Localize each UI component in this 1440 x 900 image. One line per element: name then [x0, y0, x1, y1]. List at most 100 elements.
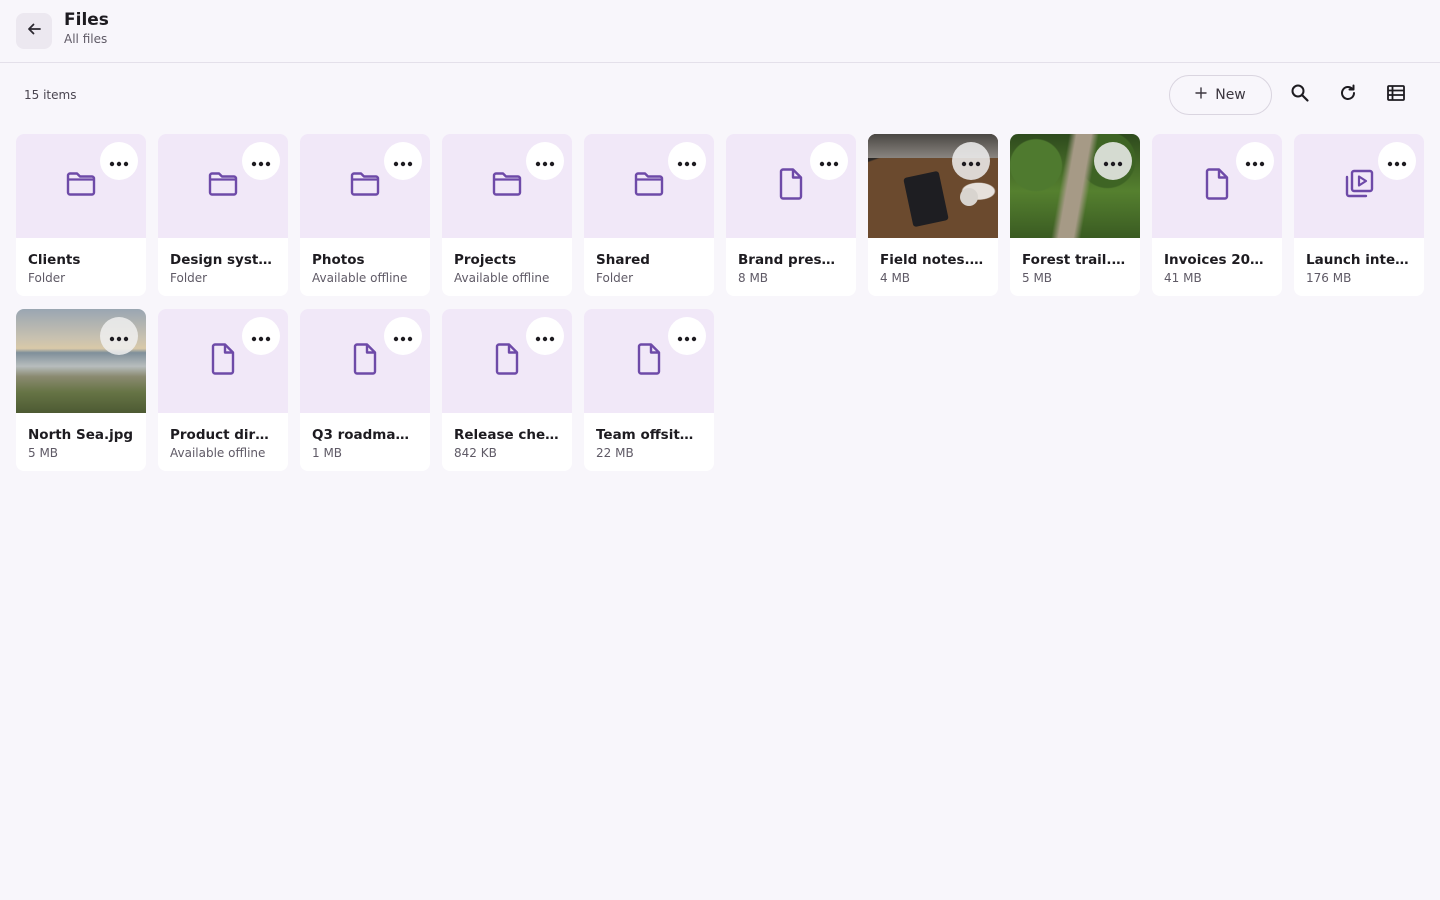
more-options-button[interactable] [952, 142, 990, 180]
plus-icon [1195, 87, 1207, 103]
file-card[interactable]: Shared Folder [584, 134, 714, 296]
thumbnail [1152, 134, 1282, 238]
thumbnail [1294, 134, 1424, 238]
file-name: Design system [170, 252, 276, 268]
more-options-button[interactable] [100, 317, 138, 355]
more-options-button[interactable] [384, 142, 422, 180]
file-meta: Available offline [454, 271, 550, 285]
more-horizontal-icon [1387, 152, 1407, 171]
file-name: Product direc... [170, 427, 276, 443]
card-info: Forest trail.jpg 5 MB [1010, 238, 1140, 287]
more-options-button[interactable] [1094, 142, 1132, 180]
more-horizontal-icon [677, 152, 697, 171]
file-icon [210, 343, 236, 379]
more-options-button[interactable] [1236, 142, 1274, 180]
file-meta: 22 MB [596, 446, 634, 460]
card-info: Invoices 2026... 41 MB [1152, 238, 1282, 287]
file-meta: 8 MB [738, 271, 769, 285]
more-options-button[interactable] [242, 142, 280, 180]
page-subtitle: All files [64, 32, 108, 46]
more-horizontal-icon [109, 327, 129, 346]
file-name: Release chec... [454, 427, 560, 443]
file-card[interactable]: Invoices 2026... 41 MB [1152, 134, 1282, 296]
file-name: Clients [28, 252, 81, 268]
file-card[interactable]: Q3 roadmap.... 1 MB [300, 309, 430, 471]
new-button-label: New [1215, 87, 1246, 103]
file-meta: 41 MB [1164, 271, 1202, 285]
arrow-left-icon [26, 21, 42, 41]
file-card[interactable]: Photos Available offline [300, 134, 430, 296]
list-view-button[interactable] [1376, 75, 1416, 115]
file-card[interactable]: Release chec... 842 KB [442, 309, 572, 471]
file-card[interactable]: Brand presen... 8 MB [726, 134, 856, 296]
file-name: Launch interv... [1306, 252, 1412, 268]
file-card[interactable]: Launch interv... 176 MB [1294, 134, 1424, 296]
file-meta: 842 KB [454, 446, 497, 460]
file-meta: Folder [28, 271, 66, 285]
file-meta: 176 MB [1306, 271, 1352, 285]
more-horizontal-icon [251, 152, 271, 171]
card-info: Projects Available offline [442, 238, 572, 287]
toolbar: 15 items New [0, 63, 1440, 127]
file-card[interactable]: Projects Available offline [442, 134, 572, 296]
card-info: Design system Folder [158, 238, 288, 287]
file-meta: 4 MB [880, 271, 911, 285]
page-title: Files [64, 10, 109, 30]
file-card[interactable]: Clients Folder [16, 134, 146, 296]
file-card[interactable]: North Sea.jpg 5 MB [16, 309, 146, 471]
file-grid: Clients Folder Design system Folder Photos Av… [0, 127, 1440, 471]
file-meta: Available offline [170, 446, 266, 460]
more-options-button[interactable] [668, 142, 706, 180]
more-horizontal-icon [677, 327, 697, 346]
more-options-button[interactable] [100, 142, 138, 180]
folder-icon [634, 171, 664, 201]
image-thumbnail [868, 134, 998, 238]
search-button[interactable] [1280, 75, 1320, 115]
file-meta: 1 MB [312, 446, 343, 460]
file-meta: Available offline [312, 271, 408, 285]
more-options-button[interactable] [810, 142, 848, 180]
file-icon [636, 343, 662, 379]
more-options-button[interactable] [526, 317, 564, 355]
more-options-button[interactable] [668, 317, 706, 355]
card-info: North Sea.jpg 5 MB [16, 413, 146, 462]
refresh-button[interactable] [1328, 75, 1368, 115]
file-name: Shared [596, 252, 650, 268]
thumbnail [442, 134, 572, 238]
file-icon [352, 343, 378, 379]
card-info: Release chec... 842 KB [442, 413, 572, 462]
file-card[interactable]: Field notes.jpg 4 MB [868, 134, 998, 296]
more-horizontal-icon [535, 327, 555, 346]
more-options-button[interactable] [526, 142, 564, 180]
file-name: Photos [312, 252, 365, 268]
more-options-button[interactable] [384, 317, 422, 355]
file-name: Team offsite.... [596, 427, 702, 443]
card-info: Field notes.jpg 4 MB [868, 238, 998, 287]
thumbnail [300, 134, 430, 238]
card-info: Product direc... Available offline [158, 413, 288, 462]
more-horizontal-icon [393, 327, 413, 346]
thumbnail [158, 134, 288, 238]
card-info: Team offsite.... 22 MB [584, 413, 714, 462]
folder-icon [208, 171, 238, 201]
file-name: Field notes.jpg [880, 252, 986, 268]
back-button[interactable] [16, 13, 52, 49]
file-card[interactable]: Team offsite.... 22 MB [584, 309, 714, 471]
more-options-button[interactable] [1378, 142, 1416, 180]
folder-icon [66, 171, 96, 201]
card-info: Launch interv... 176 MB [1294, 238, 1424, 287]
more-options-button[interactable] [242, 317, 280, 355]
more-horizontal-icon [819, 152, 839, 171]
more-horizontal-icon [109, 152, 129, 171]
file-card[interactable]: Forest trail.jpg 5 MB [1010, 134, 1140, 296]
thumbnail [584, 134, 714, 238]
card-info: Clients Folder [16, 238, 146, 287]
file-card[interactable]: Design system Folder [158, 134, 288, 296]
file-name: Q3 roadmap.... [312, 427, 418, 443]
more-horizontal-icon [393, 152, 413, 171]
new-button[interactable]: New [1169, 75, 1272, 115]
video-icon [1344, 169, 1374, 203]
file-card[interactable]: Product direc... Available offline [158, 309, 288, 471]
file-name: Forest trail.jpg [1022, 252, 1128, 268]
file-name: North Sea.jpg [28, 427, 134, 443]
